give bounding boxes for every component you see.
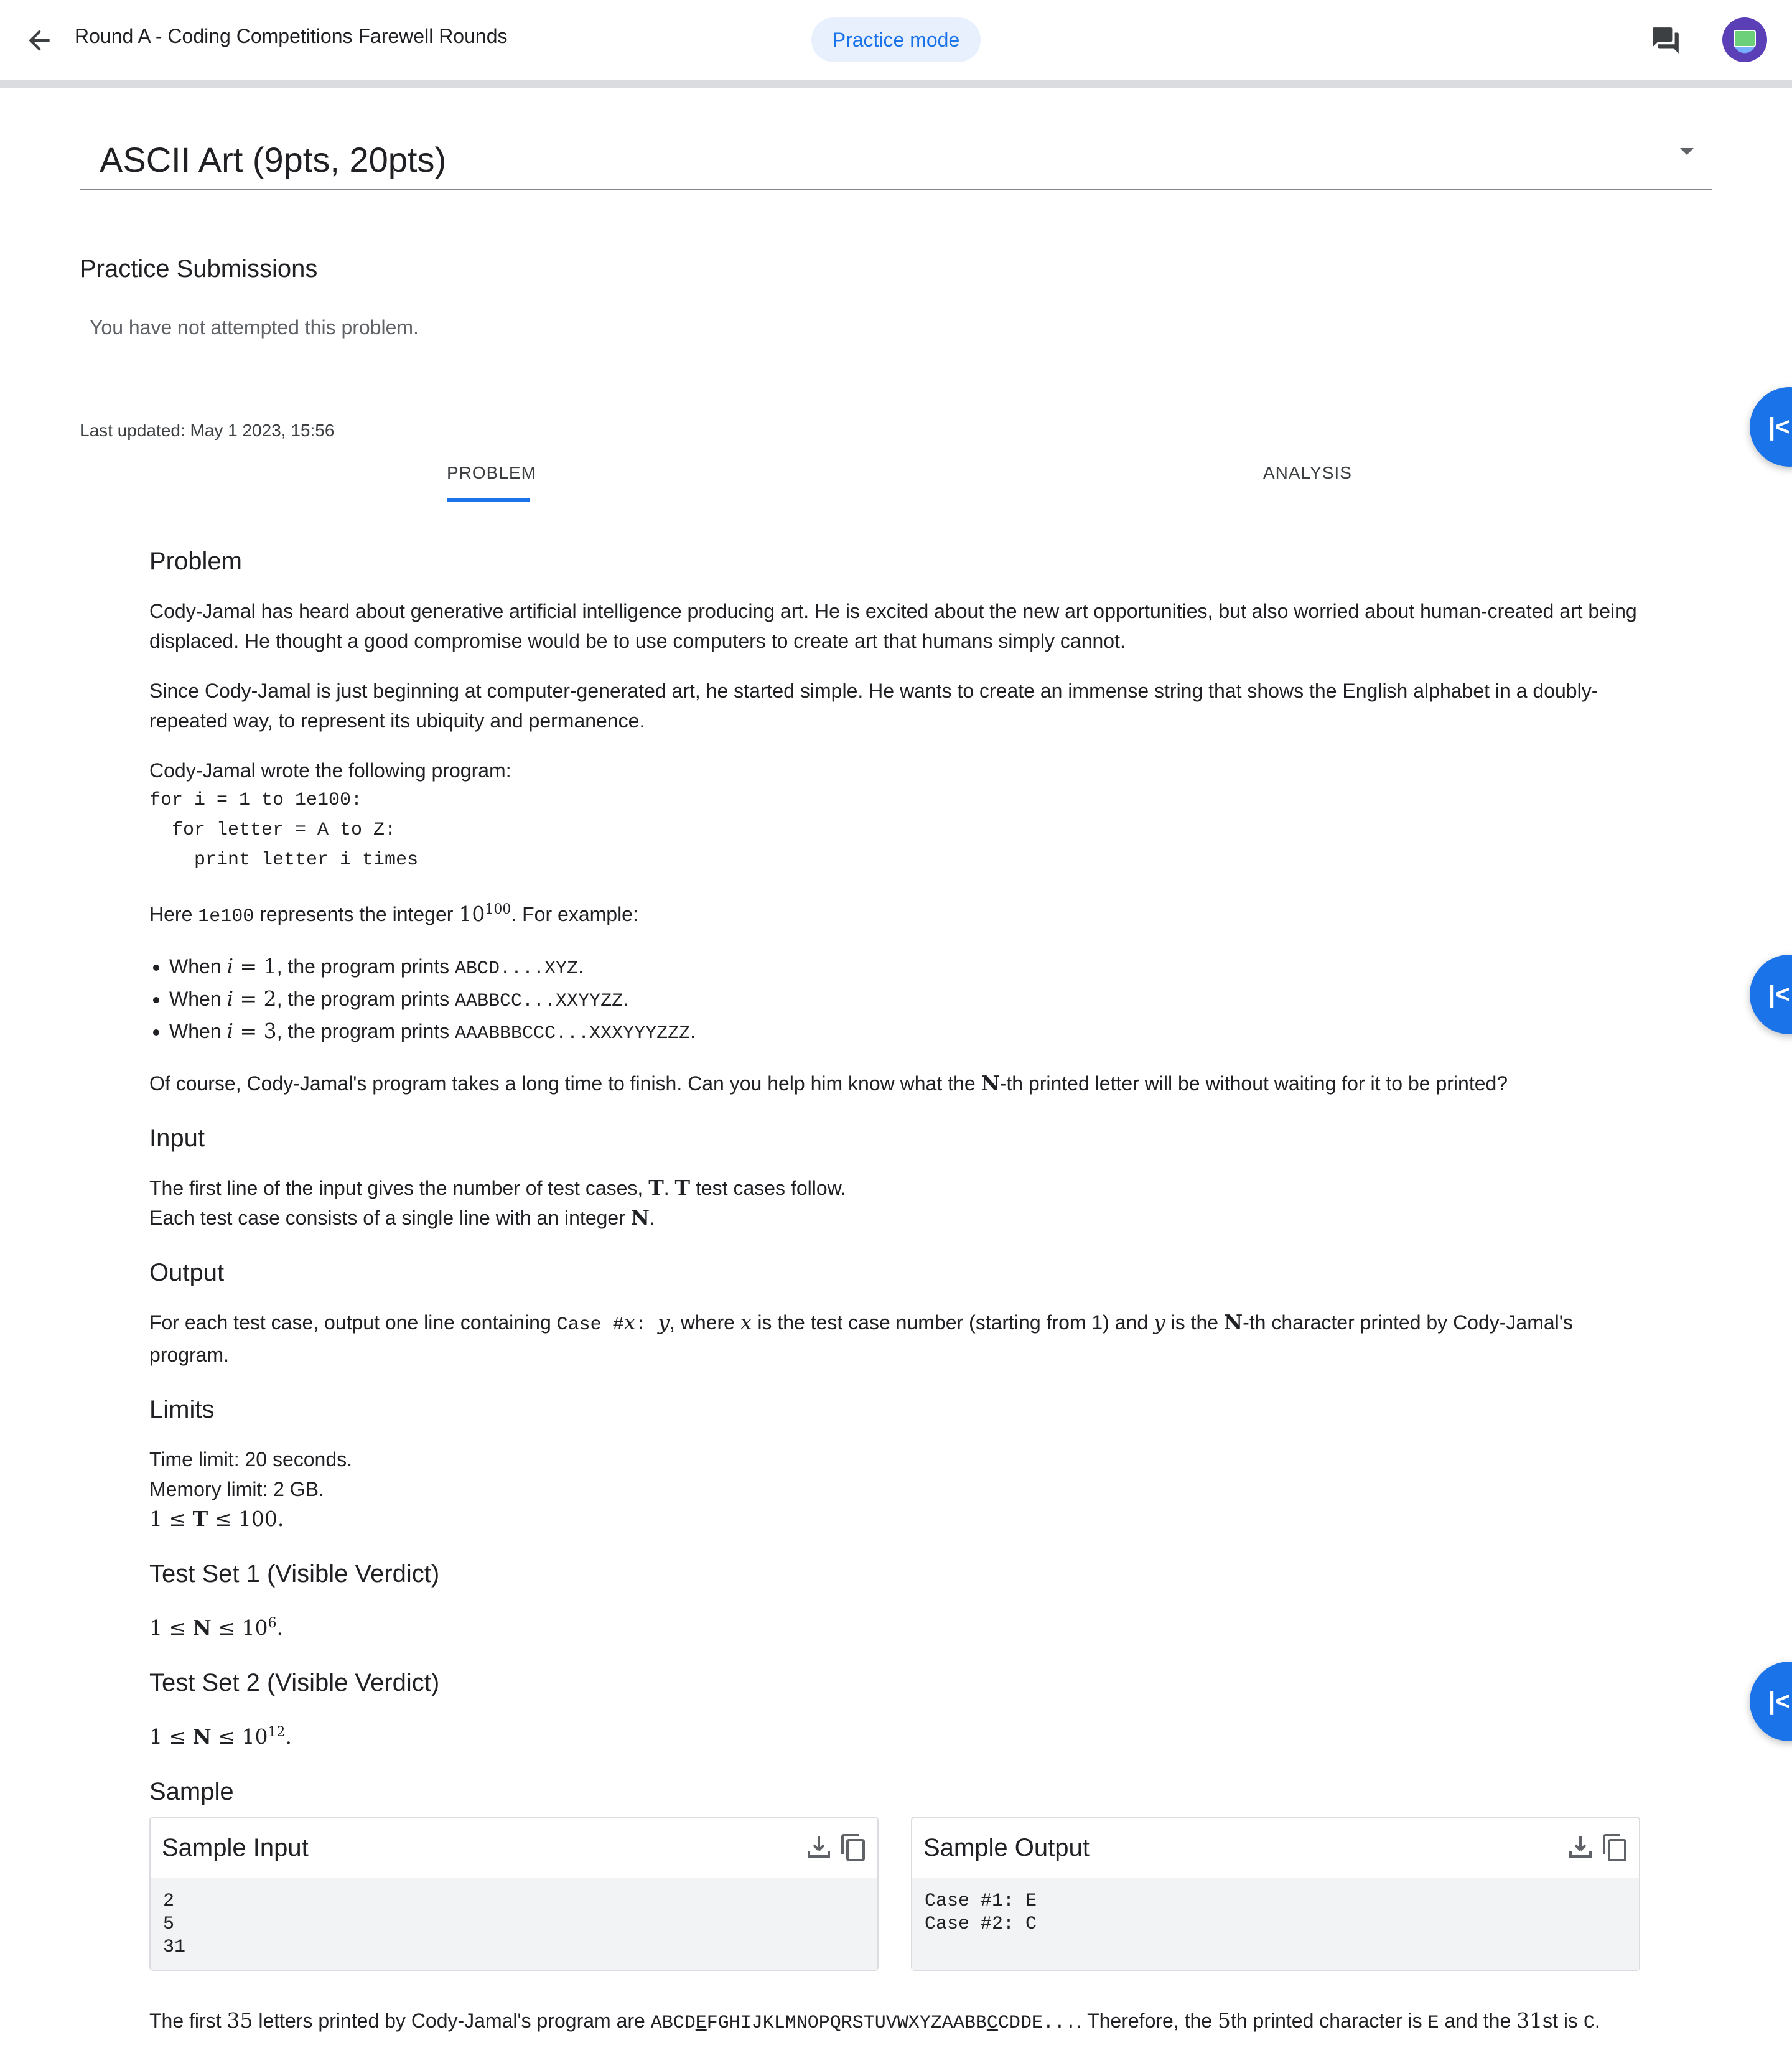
active-tab-indicator: [447, 498, 530, 502]
paragraph-output: For each test case, output one line cont…: [149, 1310, 1573, 1366]
section-heading-test-set-2: Test Set 2 (Visible Verdict): [149, 1669, 440, 1696]
sample-input-header: Sample Input: [151, 1818, 877, 1879]
paragraph: Cody-Jamal wrote the following program:: [149, 759, 511, 782]
round-title[interactable]: Round A - Coding Competitions Farewell R…: [75, 25, 507, 48]
paragraph-input: The first line of the input gives the nu…: [149, 1176, 846, 1230]
sample-explanation: The first 35 letters printed by Cody-Jam…: [149, 2008, 1600, 2034]
paragraph: Of course, Cody-Jamal's program takes a …: [149, 1071, 1508, 1095]
avatar[interactable]: [1722, 17, 1767, 62]
code-block: for i = 1 to 1e100: for letter = A to Z:…: [149, 790, 419, 871]
sample-input-label: Sample Input: [162, 1834, 309, 1861]
paragraph-here: Here 1e100 represents the integer 10100.…: [149, 902, 638, 927]
collapse-panel-icon: |<: [1768, 413, 1790, 441]
download-icon[interactable]: [1566, 1833, 1595, 1863]
list-item: When i = 2, the program prints AABBCC...…: [169, 984, 1643, 1016]
download-icon[interactable]: [804, 1833, 834, 1863]
copy-icon[interactable]: [1600, 1833, 1630, 1863]
last-updated-text: Last updated: May 1 2023, 15:56: [80, 421, 335, 440]
back-arrow-icon[interactable]: [24, 25, 55, 56]
submissions-heading: Practice Submissions: [80, 255, 318, 283]
tab-analysis[interactable]: ANALYSIS: [1263, 463, 1352, 483]
problem-statement: Problem Cody-Jamal has heard about gener…: [149, 541, 1643, 2058]
section-heading-problem: Problem: [149, 548, 242, 575]
paragraph: Cody-Jamal has heard about generative ar…: [149, 600, 1637, 652]
paragraph-test-set-2: 1 ≤ N ≤ 1012.: [149, 1724, 292, 1749]
tab-problem[interactable]: PROBLEM: [447, 463, 536, 483]
sample-output-text[interactable]: Case #1: E Case #2: C: [912, 1878, 1639, 1970]
collapse-panel-button[interactable]: |<: [1750, 387, 1792, 467]
sample-input-text[interactable]: 2 5 31: [151, 1878, 877, 1970]
section-heading-output: Output: [149, 1259, 225, 1286]
collapse-panel-button[interactable]: |<: [1750, 955, 1792, 1034]
list-item: When i = 1, the program prints ABCD....X…: [169, 952, 1643, 984]
practice-mode-badge[interactable]: Practice mode: [811, 17, 981, 62]
examples-list: When i = 1, the program prints ABCD....X…: [149, 952, 1643, 1049]
collapse-panel-icon: |<: [1768, 981, 1790, 1008]
paragraph-limits: Time limit: 20 seconds. Memory limit: 2 G…: [149, 1448, 353, 1531]
sample-output-box: Sample Output Case #1: E Case #2: C: [911, 1817, 1640, 1971]
sample-output-header: Sample Output: [912, 1818, 1639, 1879]
top-bar: Round A - Coding Competitions Farewell R…: [0, 0, 1792, 88]
collapse-panel-button[interactable]: |<: [1750, 1662, 1792, 1741]
collapse-panel-icon: |<: [1768, 1688, 1790, 1715]
section-heading-limits: Limits: [149, 1396, 215, 1423]
submissions-empty-text: You have not attempted this problem.: [90, 316, 419, 339]
copy-icon[interactable]: [839, 1833, 869, 1863]
sample-input-box: Sample Input 2 5 31: [149, 1817, 879, 1971]
paragraph: Since Cody-Jamal is just beginning at co…: [149, 680, 1598, 732]
sample-output-label: Sample Output: [923, 1834, 1090, 1861]
dropdown-caret-icon[interactable]: [1680, 148, 1694, 155]
section-heading-input: Input: [149, 1125, 205, 1152]
section-heading-test-set-1: Test Set 1 (Visible Verdict): [149, 1560, 440, 1588]
problem-selector-value: ASCII Art (9pts, 20pts): [100, 140, 447, 179]
list-item: When i = 3, the program prints AAABBBCCC…: [169, 1016, 1643, 1049]
section-heading-sample: Sample: [149, 1778, 234, 1805]
problem-selector[interactable]: ASCII Art (9pts, 20pts): [80, 132, 1712, 190]
chat-icon[interactable]: [1650, 25, 1681, 56]
sample-row: Sample Input 2 5 31 Sample Output Case #…: [149, 1817, 1643, 1986]
paragraph-test-set-1: 1 ≤ N ≤ 106.: [149, 1616, 283, 1640]
